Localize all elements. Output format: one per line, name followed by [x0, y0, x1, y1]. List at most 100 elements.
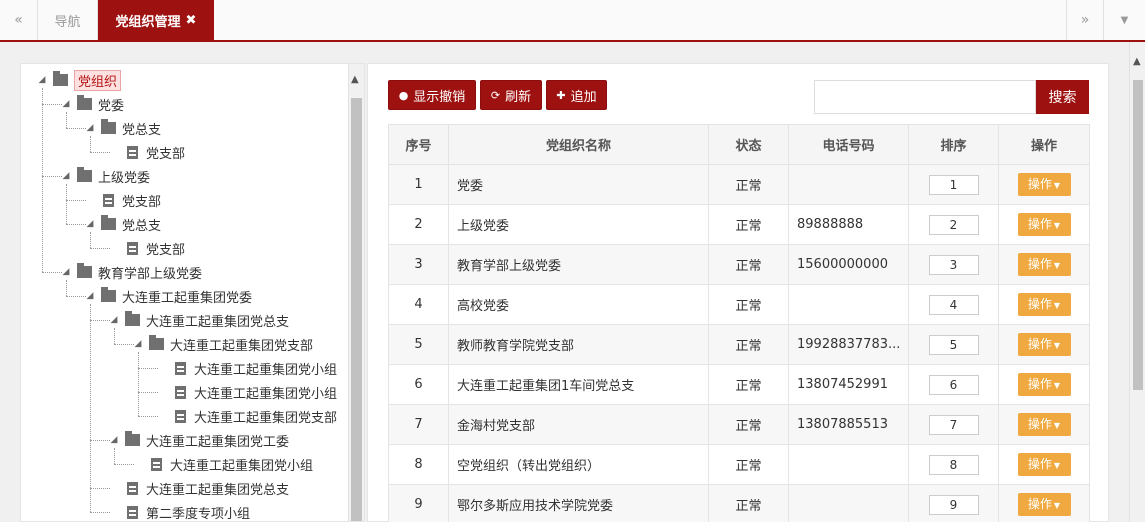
table-row[interactable]: 6 大连重工起重集团1车间党总支 正常 13807452991 6 操作 ▼ [388, 364, 1090, 405]
tree-node-label[interactable]: 大连重工起重集团党支部 [170, 335, 313, 354]
tab-party-org-management[interactable]: 党组织管理 ✖ [98, 0, 214, 40]
scroll-up-icon[interactable]: ▲ [351, 74, 359, 85]
tree-node[interactable]: ◢ 教育学部上级党委 [59, 262, 202, 282]
tree-node-label[interactable]: 上级党委 [98, 167, 150, 186]
tree-node-label[interactable]: 教育学部上级党委 [98, 263, 202, 282]
tree-node[interactable]: ◢ 大连重工起重集团党总支 [107, 310, 289, 330]
tree-node[interactable]: ◢ 党组织 [35, 69, 122, 91]
order-input[interactable]: 4 [928, 294, 979, 315]
tree-node-label[interactable]: 大连重工起重集团党支部 [194, 407, 337, 426]
operation-dropdown-button[interactable]: 操作 ▼ [1017, 173, 1071, 196]
tree-node-label[interactable]: 大连重工起重集团党工委 [146, 431, 289, 450]
tree-node[interactable]: 大连重工起重集团党小组 [131, 454, 313, 474]
tree-node-label[interactable]: 大连重工起重集团党小组 [194, 359, 337, 378]
operation-dropdown-button[interactable]: 操作 ▼ [1017, 293, 1071, 316]
table-row[interactable]: 9 鄂尔多斯应用技术学院党委 正常 9 操作 ▼ [388, 484, 1090, 522]
operation-dropdown-button[interactable]: 操作 ▼ [1017, 413, 1071, 436]
cell-phone [788, 484, 909, 522]
tree-node[interactable]: 大连重工起重集团党小组 [155, 358, 337, 378]
tree-node-label[interactable]: 党委 [98, 95, 124, 114]
cell-status: 正常 [708, 324, 789, 365]
search-input[interactable] [814, 80, 1036, 114]
table-row[interactable]: 3 教育学部上级党委 正常 15600000000 3 操作 ▼ [388, 244, 1090, 285]
cell-no: 2 [388, 204, 449, 245]
tree-node[interactable]: ◢ 大连重工起重集团党委 [83, 286, 252, 306]
tree-node-label[interactable]: 第二季度专项小组 [146, 503, 250, 522]
tree-connector [114, 344, 134, 345]
tree-node-label[interactable]: 大连重工起重集团党小组 [170, 455, 313, 474]
order-input[interactable]: 8 [928, 454, 979, 475]
close-icon[interactable]: ✖ [186, 13, 197, 28]
tree-connector [90, 512, 110, 513]
table-row[interactable]: 1 党委 正常 1 操作 ▼ [388, 164, 1090, 205]
table-row[interactable]: 5 教师教育学院党支部 正常 19928837783... 5 操作 ▼ [388, 324, 1090, 365]
order-input[interactable]: 1 [928, 174, 979, 195]
page-scrollbar[interactable]: ▲ [1129, 42, 1145, 522]
tab-navigation[interactable]: 导航 [38, 0, 98, 40]
add-button[interactable]: ✚ 追加 [546, 80, 607, 110]
search-button[interactable]: 搜索 [1036, 80, 1089, 114]
tree-node[interactable]: 大连重工起重集团党总支 [107, 478, 289, 498]
tree-node[interactable]: ◢ 党总支 [83, 118, 161, 138]
refresh-button[interactable]: ⟳ 刷新 [480, 80, 542, 110]
plus-icon: ✚ [556, 88, 566, 102]
tree-node-label[interactable]: 大连重工起重集团党小组 [194, 383, 337, 402]
operation-label: 操作 [1027, 217, 1052, 231]
table-row[interactable]: 4 高校党委 正常 4 操作 ▼ [388, 284, 1090, 325]
page-scrollbar-thumb[interactable] [1133, 80, 1143, 390]
order-input[interactable]: 7 [928, 414, 979, 435]
tree-node-label[interactable]: 大连重工起重集团党委 [122, 287, 252, 306]
order-input[interactable]: 9 [928, 494, 979, 515]
tree-node[interactable]: 大连重工起重集团党支部 [155, 406, 337, 426]
folder-icon [77, 95, 92, 110]
table-row[interactable]: 2 上级党委 正常 89888888 2 操作 ▼ [388, 204, 1090, 245]
order-input[interactable]: 5 [928, 334, 979, 355]
tree-node-label[interactable]: 大连重工起重集团党总支 [146, 479, 289, 498]
tree-expand-icon[interactable]: ◢ [35, 75, 49, 85]
tree-node[interactable]: ◢ 上级党委 [59, 166, 150, 186]
tree-node[interactable]: ◢ 大连重工起重集团党工委 [107, 430, 289, 450]
tree-node[interactable]: ◢ 大连重工起重集团党支部 [131, 334, 313, 354]
tree-node[interactable]: 党支部 [83, 190, 161, 210]
tree-scrollbar[interactable]: ▲ [348, 64, 364, 521]
cell-name: 鄂尔多斯应用技术学院党委 [448, 484, 709, 522]
tree-node-label[interactable]: 大连重工起重集团党总支 [146, 311, 289, 330]
tree-node[interactable]: 第二季度专项小组 [107, 502, 250, 522]
folder-icon [101, 215, 116, 230]
operation-dropdown-button[interactable]: 操作 ▼ [1017, 253, 1071, 276]
cell-actions: 操作 ▼ [998, 364, 1090, 405]
tree-node-label[interactable]: 党总支 [122, 215, 161, 234]
tree-node[interactable]: ◢ 党委 [59, 94, 124, 114]
tree-node[interactable]: 大连重工起重集团党小组 [155, 382, 337, 402]
tree-connector [66, 128, 86, 129]
tab-menu-dropdown[interactable]: ▼ [1104, 0, 1145, 40]
operation-dropdown-button[interactable]: 操作 ▼ [1017, 213, 1071, 236]
table-row[interactable]: 8 空党组织（转出党组织） 正常 8 操作 ▼ [388, 444, 1090, 485]
scroll-up-icon[interactable]: ▲ [1133, 56, 1141, 67]
cell-name: 金海村党支部 [448, 404, 709, 445]
order-input[interactable]: 2 [928, 214, 979, 235]
operation-dropdown-button[interactable]: 操作 ▼ [1017, 333, 1071, 356]
cell-status: 正常 [708, 444, 789, 485]
operation-dropdown-button[interactable]: 操作 ▼ [1017, 493, 1071, 516]
order-input[interactable]: 6 [928, 374, 979, 395]
caret-down-icon: ▼ [1053, 301, 1061, 310]
operation-dropdown-button[interactable]: 操作 ▼ [1017, 453, 1071, 476]
cell-phone: 13807452991 [788, 364, 909, 405]
tree-node-label[interactable]: 党支部 [146, 239, 185, 258]
tab-scroll-right-button[interactable]: » [1066, 0, 1104, 40]
show-revoked-button[interactable]: ● 显示撤销 [388, 80, 476, 110]
table-row[interactable]: 7 金海村党支部 正常 13807885513 7 操作 ▼ [388, 404, 1090, 445]
tree-node-label[interactable]: 党支部 [146, 143, 185, 162]
tree-scrollbar-thumb[interactable] [351, 98, 362, 521]
tree-node-label[interactable]: 党总支 [122, 119, 161, 138]
operation-dropdown-button[interactable]: 操作 ▼ [1017, 373, 1071, 396]
tree-node-label[interactable]: 党组织 [74, 69, 122, 91]
order-input[interactable]: 3 [928, 254, 979, 275]
tree-node-label[interactable]: 党支部 [122, 191, 161, 210]
tree-node[interactable]: 党支部 [107, 142, 185, 162]
tab-scroll-left-button[interactable]: « [0, 0, 38, 40]
tree-node[interactable]: 党支部 [107, 238, 185, 258]
tree-node[interactable]: ◢ 党总支 [83, 214, 161, 234]
cell-no: 4 [388, 284, 449, 325]
